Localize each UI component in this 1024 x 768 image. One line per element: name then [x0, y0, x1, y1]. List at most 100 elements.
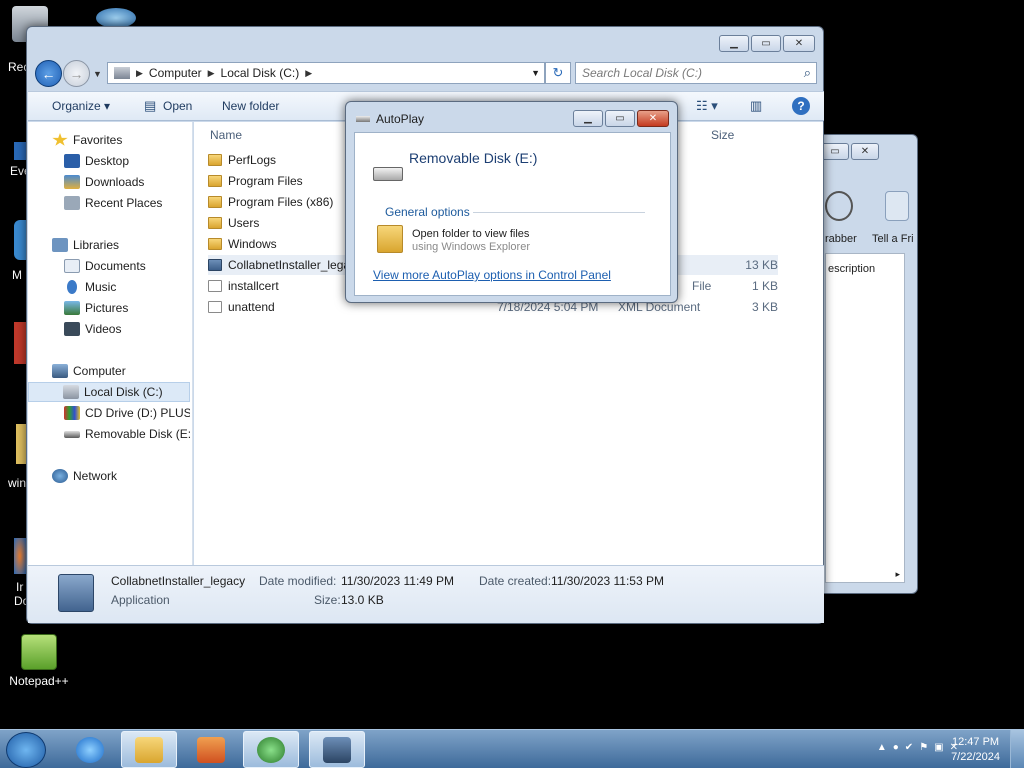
taskbar-clock[interactable]: 12:47 PM 7/22/2024 — [951, 735, 1000, 765]
desktop-icon-partial-6[interactable] — [14, 538, 26, 574]
nav-local-disk[interactable]: Local Disk (C:) — [28, 382, 190, 402]
nav-downloads[interactable]: Downloads — [28, 172, 190, 192]
new-folder-button[interactable]: New folder — [222, 99, 279, 113]
nav-desktop[interactable]: Desktop — [28, 151, 190, 171]
address-dropdown-icon[interactable]: ▼ — [531, 68, 540, 78]
show-desktop-button[interactable] — [1010, 730, 1024, 768]
refresh-button[interactable]: ↻ — [545, 62, 571, 84]
mouse-cursor-icon — [573, 232, 589, 248]
open-folder-option-subtitle: using Windows Explorer — [412, 241, 530, 253]
more-autoplay-options-link[interactable]: View more AutoPlay options in Control Pa… — [373, 268, 611, 282]
open-icon: ▤ — [144, 98, 157, 113]
views-icon[interactable]: ☷ ▾ — [696, 98, 718, 114]
taskbar-explorer-button[interactable] — [121, 731, 177, 768]
recent-pages-dropdown[interactable]: ▼ — [93, 69, 102, 79]
breadcrumb-separator-icon[interactable]: ▶ — [134, 68, 145, 79]
autoplay-close-button[interactable]: ✕ — [637, 110, 669, 127]
breadcrumb-local-disk[interactable]: Local Disk (C:) — [217, 66, 304, 80]
star-icon — [52, 133, 68, 146]
certificate-file-icon — [208, 280, 222, 292]
desktop-icon-partial-5[interactable] — [16, 424, 26, 464]
search-input[interactable]: Search Local Disk (C:) ⌕ — [575, 62, 817, 84]
organize-button[interactable]: Organize ▾ — [52, 99, 110, 113]
details-size-value: 13.0 KB — [341, 593, 384, 607]
folder-icon — [208, 154, 222, 166]
desktop-label-partial-5: Ir — [16, 580, 24, 594]
desktop-icon-partial-2[interactable] — [14, 142, 26, 160]
bg-caption-buttons: ▭ ✕ — [821, 143, 879, 160]
taskbar-media-player-button[interactable] — [183, 731, 239, 768]
bg-list-panel[interactable]: escription ▸ — [825, 253, 905, 583]
column-header-name[interactable]: Name — [210, 128, 242, 142]
details-pane: CollabnetInstaller_legacy Application Da… — [28, 565, 824, 623]
help-icon[interactable]: ? — [792, 97, 810, 115]
notepadpp-desktop-icon[interactable]: Notepad++ — [4, 634, 74, 688]
nav-recent-places[interactable]: Recent Places — [28, 193, 190, 213]
nav-videos[interactable]: Videos — [28, 319, 190, 339]
bg-toolbar-icon-1[interactable] — [825, 191, 853, 221]
start-button[interactable] — [6, 732, 46, 768]
update-icon[interactable]: ✔ — [905, 742, 919, 753]
forward-button[interactable]: → — [63, 60, 90, 87]
back-button[interactable]: ← — [35, 60, 62, 87]
details-modified-label: Date modified: — [259, 574, 337, 588]
notepadpp-label: Notepad++ — [9, 674, 69, 688]
nav-cd-drive[interactable]: CD Drive (D:) PLUS98 — [28, 403, 190, 423]
nav-music[interactable]: Music — [28, 277, 190, 297]
taskbar-installer-button[interactable] — [309, 731, 365, 768]
notepadpp-icon — [21, 634, 57, 670]
open-button[interactable]: Open — [163, 99, 192, 113]
action-center-flag-icon[interactable]: ⚑ — [919, 742, 934, 753]
desktop-label-partial-3: M — [12, 268, 22, 282]
desktop-icon-partial[interactable] — [96, 8, 136, 28]
nav-libraries[interactable]: Libraries — [28, 235, 190, 255]
autoplay-minimize-button[interactable]: ▁ — [573, 110, 603, 127]
breadcrumb-computer[interactable]: Computer — [145, 66, 206, 80]
display-icon[interactable]: ▣ — [934, 742, 949, 753]
minimize-button[interactable]: ▁ — [719, 35, 749, 52]
search-placeholder: Search Local Disk (C:) — [582, 66, 703, 80]
search-icon[interactable]: ⌕ — [804, 65, 811, 81]
nav-recent-label: Recent Places — [85, 196, 163, 210]
nav-computer[interactable]: Computer — [28, 361, 190, 381]
desktop-icon-partial-3[interactable] — [14, 220, 26, 260]
address-bar[interactable]: ▶ Computer ▶ Local Disk (C:) ▶ ▼ — [107, 62, 545, 84]
nav-documents[interactable]: Documents — [28, 256, 190, 276]
bg-maximize-button[interactable]: ▭ — [821, 143, 849, 160]
bg-close-button[interactable]: ✕ — [851, 143, 879, 160]
application-large-icon — [58, 574, 94, 612]
downloads-icon — [64, 175, 80, 189]
maximize-button[interactable]: ▭ — [751, 35, 781, 52]
autoplay-title: AutoPlay — [356, 112, 424, 126]
network-status-icon[interactable]: ● — [893, 742, 905, 753]
file-size: 1 KB — [751, 279, 778, 293]
taskbar-download-manager-button[interactable] — [243, 731, 299, 768]
background-window[interactable]: ▭ ✕ rabber Tell a Fri escription ▸ — [814, 134, 918, 594]
autoplay-dialog[interactable]: AutoPlay ▁ ▭ ✕ Removable Disk (E:) Gener… — [345, 101, 678, 303]
show-hidden-icons-icon[interactable]: ▲ — [877, 742, 893, 753]
preview-pane-icon[interactable]: ▥ — [750, 98, 762, 114]
close-button[interactable]: ✕ — [783, 35, 815, 52]
navigation-pane[interactable]: Favorites Desktop Downloads Recent Place… — [28, 122, 193, 565]
nav-pictures[interactable]: Pictures — [28, 298, 190, 318]
nav-favorites[interactable]: Favorites — [28, 130, 190, 150]
breadcrumb-separator-icon[interactable]: ▶ — [206, 68, 217, 79]
file-size: 13 KB — [745, 258, 778, 272]
taskbar-ie-button[interactable] — [62, 731, 118, 768]
nav-documents-label: Documents — [85, 259, 146, 273]
details-size-label: Size: — [314, 593, 341, 607]
column-header-size[interactable]: Size — [711, 128, 734, 142]
autoplay-divider — [473, 212, 645, 213]
autoplay-maximize-button[interactable]: ▭ — [605, 110, 635, 127]
removable-disk-small-icon — [356, 116, 370, 122]
autoplay-caption-buttons: ▁ ▭ ✕ — [573, 110, 669, 127]
nav-removable-disk[interactable]: Removable Disk (E:) — [28, 424, 190, 444]
bg-scroll-arrow[interactable]: ▸ — [895, 569, 900, 580]
desktop-icon-partial-4[interactable] — [14, 322, 26, 364]
nav-network[interactable]: Network — [28, 466, 190, 486]
media-player-icon — [197, 736, 225, 763]
nav-favorites-label: Favorites — [73, 133, 123, 147]
breadcrumb-separator-icon[interactable]: ▶ — [303, 68, 314, 79]
taskbar: ▲●✔⚑▣✕ 12:47 PM 7/22/2024 — [0, 729, 1024, 768]
bg-toolbar-icon-2[interactable] — [885, 191, 909, 221]
